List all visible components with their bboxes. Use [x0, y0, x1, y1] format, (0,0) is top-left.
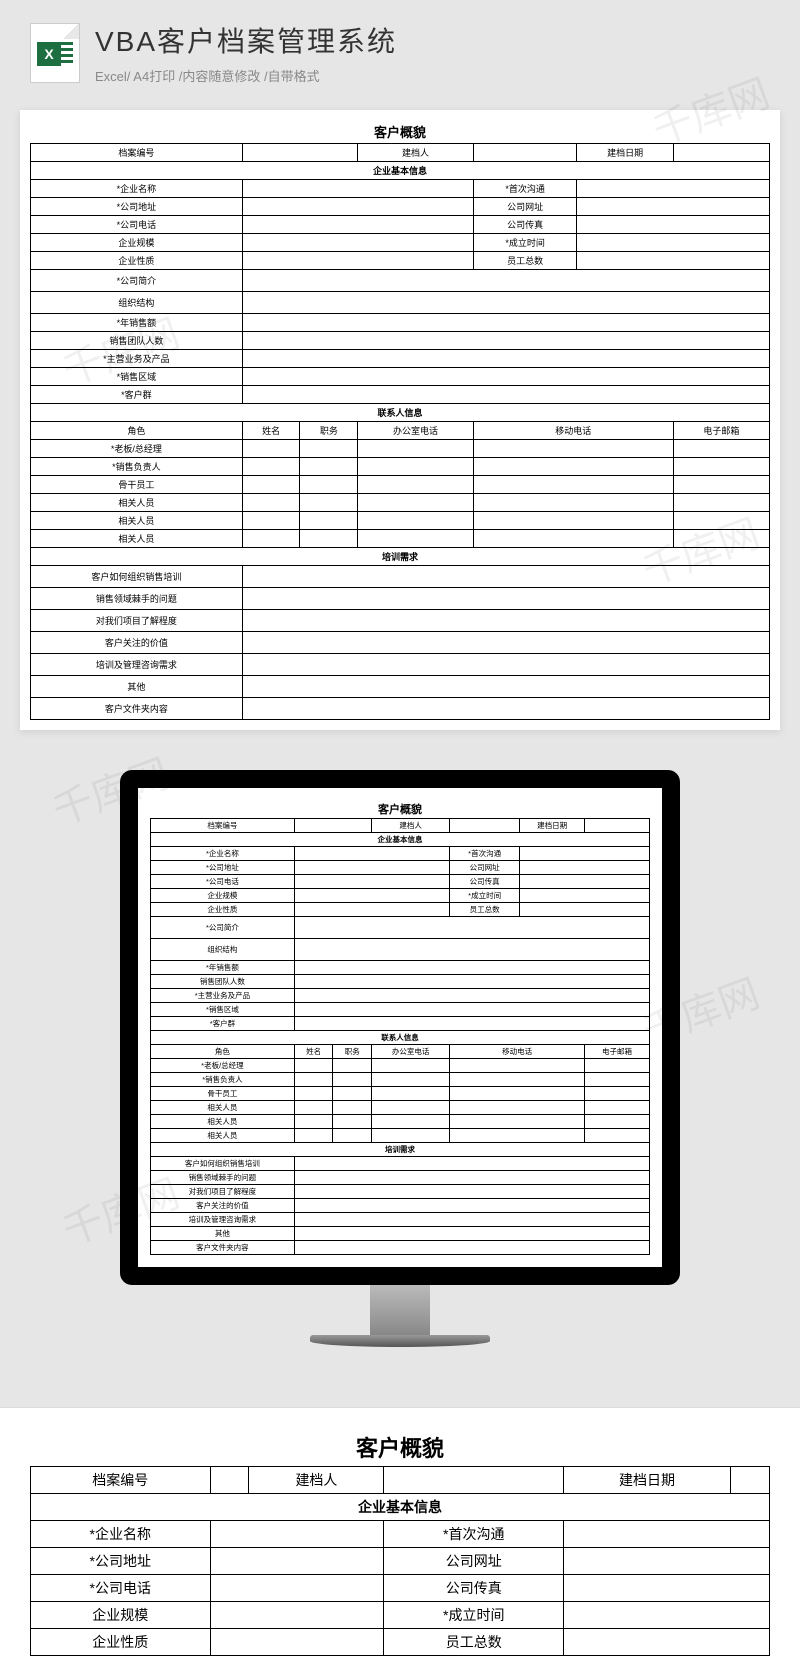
section-training: 培训需求 — [31, 548, 770, 566]
page-title: VBA客户档案管理系统 — [95, 20, 397, 60]
sheet-preview-flat: 客户概貌 档案编号 建档人 建档日期 企业基本信息 *企业名称*首次沟通 *公司… — [20, 110, 780, 730]
sheet-preview-large: 客户概貌 档案编号 建档人 建档日期 企业基本信息 *企业名称*首次沟通 *公司… — [0, 1407, 800, 1656]
customer-form-table-large: 客户概貌 档案编号 建档人 建档日期 企业基本信息 *企业名称*首次沟通 *公司… — [30, 1428, 770, 1656]
section-contact: 联系人信息 — [31, 404, 770, 422]
section-basic: 企业基本信息 — [31, 162, 770, 180]
monitor-mockup: 客户概貌 档案编号 建档人 建档日期 企业基本信息 *企业名称*首次沟通 *公司… — [120, 770, 680, 1347]
page-header: X VBA客户档案管理系统 Excel/ A4打印 /内容随意修改 /自带格式 — [0, 0, 800, 100]
form-title: 客户概貌 — [31, 120, 770, 144]
excel-file-icon: X — [30, 23, 80, 83]
customer-form-table-screen: 客户概貌 档案编号 建档人 建档日期 企业基本信息 *企业名称*首次沟通 *公司… — [150, 800, 650, 1255]
customer-form-table: 客户概貌 档案编号 建档人 建档日期 企业基本信息 *企业名称*首次沟通 *公司… — [30, 120, 770, 720]
page-subtitle: Excel/ A4打印 /内容随意修改 /自带格式 — [95, 66, 397, 85]
